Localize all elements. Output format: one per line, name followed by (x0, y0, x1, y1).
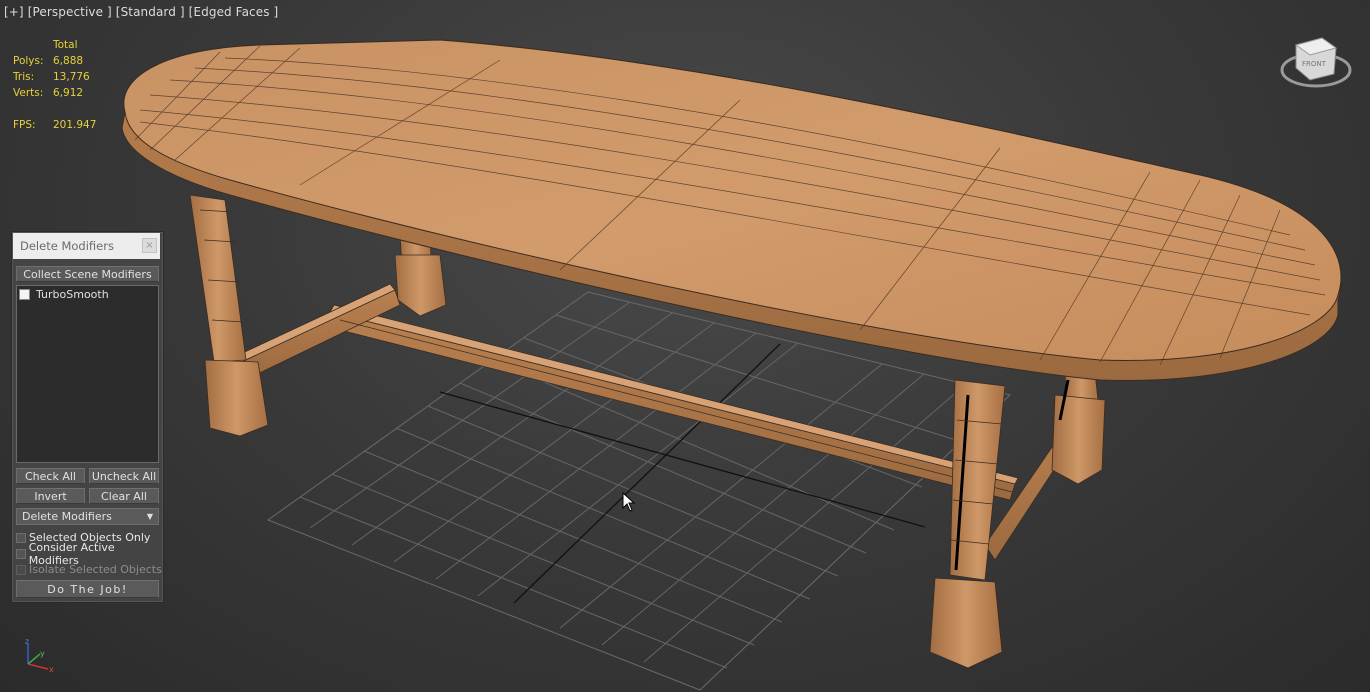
dialog-title: Delete Modifiers (20, 239, 114, 253)
isolate-selected-objects-checkbox (16, 564, 26, 575)
invert-button[interactable]: Invert (16, 488, 85, 504)
viewport-scene[interactable]: FRONT (0, 0, 1370, 692)
list-item-label: TurboSmooth (36, 287, 109, 301)
mode-dropdown[interactable]: Delete Modifiers ▼ (16, 508, 159, 525)
collect-scene-modifiers-button[interactable]: Collect Scene Modifiers (16, 266, 159, 282)
uncheck-all-button[interactable]: Uncheck All (89, 468, 159, 484)
viewport-menu-edged-faces[interactable]: [Edged Faces ] (189, 5, 279, 19)
viewport-statistics: Total Polys: 6,888 Tris: 13,776 Verts: 6,91… (13, 37, 113, 133)
viewport-menu-perspective[interactable]: [Perspective ] (28, 5, 112, 19)
axis-z-label: z (25, 637, 29, 646)
isolate-selected-objects-label: Isolate Selected Objects (29, 563, 162, 576)
clear-all-button[interactable]: Clear All (89, 488, 159, 504)
stats-polys-value: 6,888 (53, 55, 84, 67)
delete-modifiers-dialog: Delete Modifiers × Collect Scene Modifie… (11, 231, 164, 603)
modifier-list[interactable]: TurboSmooth (16, 285, 159, 463)
axis-tripod: z y x (25, 637, 54, 674)
viewcube-face-label: FRONT (1302, 60, 1327, 68)
viewcube[interactable]: FRONT (1280, 37, 1352, 88)
do-the-job-button[interactable]: Do The Job! (16, 580, 159, 598)
consider-active-modifiers-option[interactable]: Consider Active Modifiers (16, 541, 163, 567)
stats-header: Total (53, 39, 78, 51)
viewport-label: [+] [Perspective ] [Standard ] [Edged Faces… (4, 5, 282, 19)
selected-objects-only-checkbox[interactable] (16, 532, 26, 543)
turbosmooth-checkbox[interactable] (19, 288, 30, 300)
viewport-menu-plus[interactable]: [+] (4, 5, 24, 19)
dialog-title-bar[interactable]: Delete Modifiers × (13, 233, 160, 259)
axis-y-label: y (40, 649, 45, 658)
stats-tris-label: Tris: (13, 71, 35, 83)
axis-x-label: x (49, 665, 54, 674)
viewport-menu-shading[interactable]: [Standard ] (116, 5, 185, 19)
stats-tris-value: 13,776 (53, 71, 90, 83)
stats-polys-label: Polys: (13, 55, 44, 67)
consider-active-modifiers-checkbox[interactable] (16, 548, 26, 559)
dropdown-arrow-icon: ▼ (146, 512, 153, 521)
close-button[interactable]: × (142, 238, 157, 253)
check-all-button[interactable]: Check All (16, 468, 85, 484)
stats-fps-value: 201.947 (53, 119, 97, 131)
isolate-selected-objects-option: Isolate Selected Objects (16, 562, 162, 577)
mode-dropdown-value: Delete Modifiers (22, 510, 112, 523)
stats-verts-value: 6,912 (53, 87, 84, 99)
stats-verts-label: Verts: (13, 87, 44, 99)
close-icon: × (145, 240, 154, 251)
mouse-cursor-icon (622, 492, 636, 512)
ground-grid (266, 291, 1012, 691)
stats-fps-label: FPS: (13, 119, 36, 131)
list-item[interactable]: TurboSmooth (17, 286, 158, 302)
